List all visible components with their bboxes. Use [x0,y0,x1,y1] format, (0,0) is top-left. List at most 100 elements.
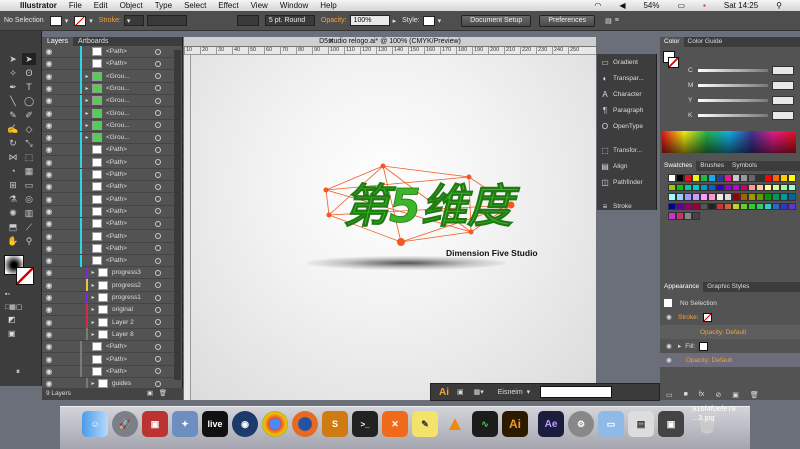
visibility-eye-icon[interactable]: ◉ [42,293,56,302]
color-swatch[interactable] [756,174,764,182]
color-swatch[interactable] [740,183,748,191]
fill-attr-swatch[interactable] [699,341,709,351]
color-swatch[interactable] [700,183,708,191]
add-fill-icon[interactable]: ■ [684,391,688,398]
tab-swatches[interactable]: Swatches [660,161,697,171]
artboard[interactable]: 第5维度 Dimension Five Studio [191,55,596,400]
menu-help[interactable]: Help [320,1,336,10]
layer-row[interactable]: ◉ ▸ <Grou... [42,107,183,120]
layer-row[interactable]: ◉ <Path> [42,365,183,378]
fx-icon[interactable]: fx [699,391,704,398]
color-swatch[interactable] [732,202,740,210]
vlc-icon[interactable]: ▲ [442,411,468,437]
add-stroke-icon[interactable]: ▭ [666,391,673,399]
after-effects-icon[interactable]: Ae [538,411,564,437]
stroke-label[interactable]: Stroke: [99,17,121,24]
workspace-switcher[interactable]: Eisneim [498,389,523,396]
color-swatch[interactable] [676,183,684,191]
dock-window-icon[interactable]: ▣ [658,411,684,437]
slice-tool-icon[interactable]: ⟋ [22,221,36,233]
target-circle-icon[interactable] [155,97,161,104]
selection-tool-icon[interactable]: ➤ [6,53,20,65]
color-swatch[interactable] [772,202,780,210]
activity-monitor-icon[interactable]: ∿ [472,411,498,437]
color-swatch[interactable] [684,202,692,210]
target-circle-icon[interactable] [155,319,161,326]
workspace-dropdown-icon[interactable]: ▾ [527,388,531,396]
stroke-dropdown-icon[interactable]: ▾ [89,17,93,25]
firefox-icon[interactable] [292,411,318,437]
ruler-top[interactable]: 10 20 30 40 50 60 70 80 90 100 110 120 130 140 150 160 1… [184,47,596,55]
brush-dropdown[interactable]: 5 pt. Round [264,15,315,26]
illustrator-icon[interactable]: Ai [502,411,528,437]
color-swatch[interactable] [748,193,756,201]
visibility-eye-icon[interactable]: ◉ [42,72,56,81]
wifi-icon[interactable]: ◠ [594,1,601,10]
layer-row[interactable]: ◉ ▸ progress1 [42,291,183,304]
cyan-slider[interactable] [698,68,768,72]
align-panel-button[interactable]: ▤ Align [597,158,656,174]
visibility-eye-icon[interactable]: ◉ [42,121,56,130]
free-transform-tool-icon[interactable]: ⬚ [22,151,36,163]
target-circle-icon[interactable] [155,269,161,276]
color-mode-icon[interactable]: □▦▢ [5,303,22,311]
chrome-icon[interactable] [262,411,288,437]
target-circle-icon[interactable] [155,60,161,67]
visibility-eye-icon[interactable]: ◉ [42,256,56,265]
black-slider[interactable] [698,113,768,117]
target-circle-icon[interactable] [155,220,161,227]
mesh-tool-icon[interactable]: ⊞ [6,179,20,191]
rotate-tool-icon[interactable]: ↻ [6,137,20,149]
opacity-attr-2[interactable]: Opacity: Default [686,357,732,364]
visibility-eye-icon[interactable]: ◉ [42,244,56,253]
color-swatch[interactable] [708,174,716,182]
target-circle-icon[interactable] [155,233,161,239]
tab-symbols[interactable]: Symbols [728,161,761,171]
tab-brushes[interactable]: Brushes [696,161,728,171]
tab-layers[interactable]: Layers [42,37,74,46]
color-swatch[interactable] [716,174,724,182]
menu-select[interactable]: Select [184,1,206,10]
search-help-field[interactable] [540,386,613,398]
layer-row[interactable]: ◉ ▸ Layer 2 [42,316,183,329]
expand-arrow-icon[interactable]: ▸ [82,97,92,104]
layer-row[interactable]: ◉ ▸ <Grou... [42,82,183,95]
paragraph-panel-button[interactable]: ¶ Paragraph [597,102,656,118]
flag-icon[interactable]: ▪ [703,1,706,10]
color-swatch[interactable] [732,183,740,191]
color-swatch[interactable] [772,174,780,182]
layer-row[interactable]: ◉ ▸ <Grou... [42,131,183,145]
opacity-label[interactable]: Opacity: [321,17,347,24]
color-swatch[interactable] [692,212,700,220]
expand-arrow-icon[interactable]: ▸ [88,380,98,387]
tab-color[interactable]: Color [660,37,684,47]
visibility-eye-icon[interactable]: ◉ [42,133,56,142]
pathfinder-panel-button[interactable]: ◫ Pathfinder [597,174,656,190]
color-swatch[interactable] [780,183,788,191]
visibility-eye-icon[interactable]: ◉ [42,367,56,376]
color-swatch[interactable] [780,202,788,210]
layer-row[interactable]: ◉ ▸ original [42,303,183,317]
color-swatch[interactable] [692,202,700,210]
pen-tool-icon[interactable]: ✒ [6,81,20,93]
volume-icon[interactable]: ◀ [619,1,625,10]
opacity-field[interactable]: 100% [349,15,390,26]
document-setup-button[interactable]: Document Setup [461,14,532,27]
expand-arrow-icon[interactable]: ▸ [88,282,98,289]
layer-row[interactable]: ◉ <Path> [42,242,183,255]
layer-row[interactable]: ◉ <Path> [42,340,183,354]
scale-tool-icon[interactable]: ⤡ [22,137,36,149]
target-circle-icon[interactable] [155,331,161,338]
stroke-attr-label[interactable]: Stroke: [678,314,699,321]
target-circle-icon[interactable] [155,294,161,301]
layer-row[interactable]: ◉ <Path> [42,353,183,366]
color-swatch[interactable] [788,202,796,210]
duplicate-icon[interactable]: ▣ [732,391,739,399]
fill-expand-icon[interactable]: ▸ [678,342,681,350]
terminal-icon[interactable]: >_ [352,411,378,437]
target-circle-icon[interactable] [155,159,161,166]
appearance-stroke-row[interactable]: ◉ Stroke: [660,310,800,324]
new-layer-icon[interactable]: ▣ [147,388,153,400]
color-swatch[interactable] [708,193,716,201]
visibility-eye-icon[interactable]: ◉ [42,355,56,364]
